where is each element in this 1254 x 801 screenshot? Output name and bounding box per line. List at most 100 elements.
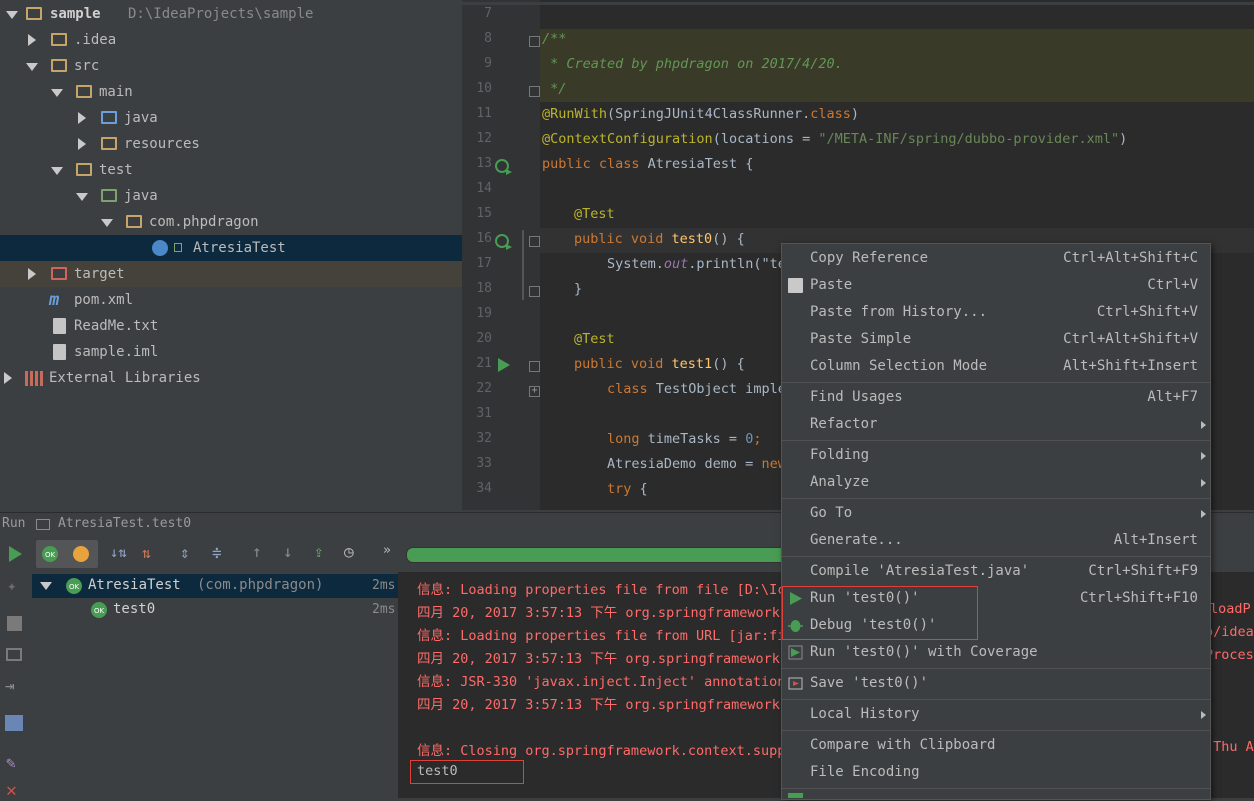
console-line: 信息: Loading properties file from file [D…	[417, 582, 786, 598]
collapse-arrow-icon[interactable]	[4, 372, 12, 384]
collapse-arrow-icon[interactable]	[28, 268, 36, 280]
menu-item-column-selection[interactable]: Column Selection Mode Alt+Shift+Insert	[782, 353, 1210, 380]
menu-item-shortcut: Ctrl+Alt+Shift+V	[1063, 331, 1198, 347]
package-icon	[126, 215, 142, 228]
submenu-arrow-icon	[1201, 452, 1206, 460]
fold-marker-icon[interactable]	[529, 236, 540, 247]
collapse-arrow-icon[interactable]	[28, 34, 36, 46]
tree-item-label: src	[74, 58, 100, 74]
tree-item-main-java[interactable]: java	[0, 105, 462, 131]
code-token: TestObject imple	[655, 381, 786, 397]
tree-item-atresiatest[interactable]: AtresiaTest	[0, 235, 462, 261]
test-row-method[interactable]: OK test0 2ms	[32, 598, 398, 622]
sort-alpha-icon[interactable]: ↓⇅	[110, 545, 127, 561]
expand-arrow-icon[interactable]	[76, 193, 88, 201]
expand-arrow-icon[interactable]	[26, 63, 38, 71]
test-row-class[interactable]: OK AtresiaTest (com.phpdragon) 2ms	[32, 574, 398, 598]
menu-item-compare-clipboard[interactable]: Compare with Clipboard	[782, 732, 1210, 759]
more-icon[interactable]: »	[383, 543, 391, 558]
next-failed-icon[interactable]: ↓	[283, 542, 293, 561]
menu-item-find-usages[interactable]: Find Usages Alt+F7	[782, 384, 1210, 411]
console-stdout: test0	[417, 763, 458, 779]
collapse-all-icon[interactable]: ≑	[212, 543, 222, 562]
export-icon[interactable]: ⇪	[314, 542, 324, 561]
menu-item-analyze[interactable]: Analyze	[782, 469, 1210, 496]
tree-item-iml[interactable]: sample.iml	[0, 339, 462, 365]
menu-item-compile[interactable]: Compile 'AtresiaTest.java' Ctrl+Shift+F9	[782, 558, 1210, 585]
menu-item-label: Generate...	[810, 532, 903, 548]
tree-item-resources[interactable]: resources	[0, 131, 462, 157]
menu-item-local-history[interactable]: Local History	[782, 701, 1210, 728]
expand-all-icon[interactable]: ⇕	[180, 543, 190, 562]
history-icon[interactable]: ◷	[344, 542, 354, 561]
expand-arrow-icon[interactable]	[40, 582, 52, 590]
layout-icon[interactable]	[5, 715, 23, 731]
console-line-tail: [Thu A	[1205, 739, 1254, 755]
code-line-32: long timeTasks = 0;	[607, 431, 761, 447]
tree-item-target[interactable]: target	[0, 261, 462, 287]
tree-item-pom[interactable]: m pom.xml	[0, 287, 462, 313]
rerun-icon[interactable]	[6, 545, 24, 563]
line-number: 14	[476, 181, 492, 196]
show-passed-icon[interactable]: OK	[41, 545, 59, 563]
fold-marker-icon[interactable]	[529, 361, 540, 372]
camera-icon[interactable]	[6, 648, 22, 661]
code-token: timeTasks =	[647, 431, 746, 447]
collapse-arrow-icon[interactable]	[78, 112, 86, 124]
menu-item-file-encoding[interactable]: File Encoding	[782, 759, 1210, 786]
menu-item-folding[interactable]: Folding	[782, 442, 1210, 469]
menu-item-run-coverage[interactable]: Run 'test0()' with Coverage	[782, 639, 1210, 666]
line-number: 7	[484, 6, 492, 21]
collapse-arrow-icon[interactable]	[78, 138, 86, 150]
tree-item-external-libraries[interactable]: External Libraries	[0, 365, 462, 391]
menu-item-paste[interactable]: Paste Ctrl+V	[782, 272, 1210, 299]
menu-item-generate[interactable]: Generate... Alt+Insert	[782, 527, 1210, 554]
tree-item-main[interactable]: main	[0, 79, 462, 105]
previous-failed-icon[interactable]: ↑	[252, 542, 262, 561]
run-class-gutter-icon[interactable]	[494, 157, 512, 175]
expand-fold-icon[interactable]: +	[529, 386, 540, 397]
tree-item-test[interactable]: test	[0, 157, 462, 183]
run-tab[interactable]: AtresiaTest.test0	[58, 516, 191, 531]
menu-item-save-test0[interactable]: Save 'test0()'	[782, 670, 1210, 697]
menu-item-paste-simple[interactable]: Paste Simple Ctrl+Alt+Shift+V	[782, 326, 1210, 353]
menu-item-shortcut: Alt+Shift+Insert	[1063, 358, 1198, 374]
fold-marker-icon[interactable]	[529, 86, 540, 97]
test-folder-icon	[101, 189, 117, 202]
tree-root[interactable]: sample D:\IdeaProjects\sample	[0, 1, 462, 27]
test-passed-icon: OK	[91, 602, 107, 618]
tree-item-idea[interactable]: .idea	[0, 27, 462, 53]
tree-root-path: D:\IdeaProjects\sample	[128, 6, 314, 22]
expand-arrow-icon[interactable]	[6, 11, 18, 19]
tree-item-readme[interactable]: ReadMe.txt	[0, 313, 462, 339]
menu-separator	[782, 730, 1210, 731]
fold-marker-icon[interactable]	[529, 36, 540, 47]
tree-item-label: java	[124, 188, 158, 204]
menu-item-paste-history[interactable]: Paste from History... Ctrl+Shift+V	[782, 299, 1210, 326]
fold-marker-icon[interactable]	[529, 286, 540, 297]
run-test0-gutter-icon[interactable]	[494, 232, 512, 250]
menu-item-go-to[interactable]: Go To	[782, 500, 1210, 527]
menu-item-copy-reference[interactable]: Copy Reference Ctrl+Alt+Shift+C	[782, 245, 1210, 272]
menu-item-label: Find Usages	[810, 389, 903, 405]
lock-icon	[174, 243, 182, 252]
menu-item-label: Analyze	[810, 474, 870, 490]
show-ignored-icon[interactable]	[72, 545, 90, 563]
project-tree: sample D:\IdeaProjects\sample .idea src …	[0, 0, 462, 510]
debug-icon[interactable]: ✦	[7, 576, 17, 595]
tree-item-src[interactable]: src	[0, 53, 462, 79]
expand-arrow-icon[interactable]	[51, 89, 63, 97]
expand-arrow-icon[interactable]	[101, 219, 113, 227]
menu-separator	[782, 440, 1210, 441]
stop-icon[interactable]	[7, 616, 22, 631]
tree-item-test-java[interactable]: java	[0, 183, 462, 209]
tree-item-package[interactable]: com.phpdragon	[0, 209, 462, 235]
exit-icon[interactable]: ⇥	[5, 676, 15, 695]
expand-arrow-icon[interactable]	[51, 167, 63, 175]
run-test1-gutter-icon[interactable]	[497, 357, 511, 373]
menu-separator	[782, 668, 1210, 669]
menu-item-refactor[interactable]: Refactor	[782, 411, 1210, 438]
code-line-9: * Created by phpdragon on 2017/4/20.	[542, 56, 843, 72]
sort-duration-icon[interactable]: ⇅	[142, 544, 151, 562]
pin-icon[interactable]: ✎	[6, 753, 16, 772]
